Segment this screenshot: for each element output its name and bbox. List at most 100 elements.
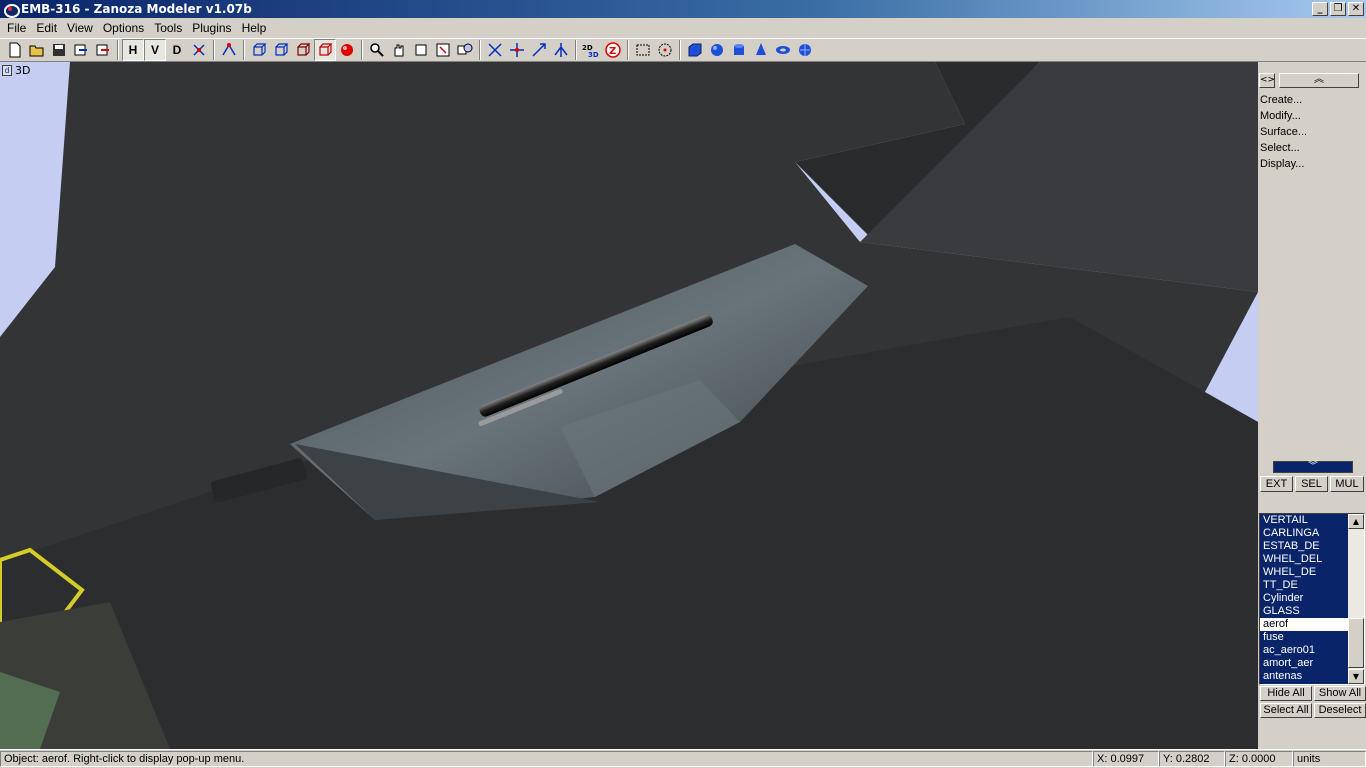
menu-options[interactable]: Options xyxy=(98,21,149,35)
select-circle-icon[interactable] xyxy=(654,39,676,61)
list-item[interactable]: WHEL_DEL xyxy=(1260,553,1349,566)
menu-file[interactable]: File xyxy=(2,21,31,35)
panel-menu: Create... Modify... Surface... Select...… xyxy=(1260,92,1307,172)
mirror-icon[interactable] xyxy=(550,39,572,61)
scene-render xyxy=(0,62,1258,749)
list-item[interactable]: ESTAB_DE xyxy=(1260,540,1349,553)
render-sphere-icon[interactable] xyxy=(336,39,358,61)
list-item[interactable]: antenas xyxy=(1260,670,1349,683)
panel-collapse-button[interactable]: ︽ xyxy=(1279,73,1359,88)
mode-mul-button[interactable]: MUL xyxy=(1330,476,1364,492)
toolbar-separator xyxy=(213,40,215,60)
import-icon[interactable] xyxy=(70,39,92,61)
hide-all-button[interactable]: Hide All xyxy=(1260,686,1312,701)
maximize-button[interactable]: ❐ xyxy=(1330,2,1346,16)
zoom-extents-icon[interactable] xyxy=(410,39,432,61)
mode-sel-button[interactable]: SEL xyxy=(1295,476,1328,492)
object-list[interactable]: VERTAIL CARLINGA ESTAB_DE WHEL_DEL WHEL_… xyxy=(1259,513,1365,685)
zoom-icon[interactable] xyxy=(366,39,388,61)
cube-side-icon[interactable] xyxy=(270,39,292,61)
scale-icon[interactable] xyxy=(528,39,550,61)
list-item[interactable]: CARLINGA xyxy=(1260,527,1349,540)
svg-text:3D: 3D xyxy=(588,51,599,58)
menu-help[interactable]: Help xyxy=(237,21,272,35)
cube-top-icon[interactable] xyxy=(292,39,314,61)
toolbar-separator xyxy=(243,40,245,60)
axes-icon[interactable] xyxy=(188,39,210,61)
deselect-button[interactable]: Deselect xyxy=(1314,703,1366,718)
select-all-button[interactable]: Select All xyxy=(1260,703,1312,718)
viewport-3d[interactable]: d 3D xyxy=(0,62,1258,749)
list-item[interactable]: Cylinder xyxy=(1260,592,1349,605)
toolbar-separator xyxy=(117,40,119,60)
export-icon[interactable] xyxy=(92,39,114,61)
title-bar: EMB-316 - Zanoza Modeler v1.07b _ ❐ ✕ xyxy=(0,0,1366,18)
list-item[interactable]: TT_DE xyxy=(1260,579,1349,592)
panel-toggle-button[interactable]: <> xyxy=(1259,73,1275,88)
panel-expand-button[interactable]: ︾ xyxy=(1273,461,1353,473)
zoom-region-icon[interactable] xyxy=(432,39,454,61)
menu-edit[interactable]: Edit xyxy=(31,21,62,35)
object-list-rows: VERTAIL CARLINGA ESTAB_DE WHEL_DEL WHEL_… xyxy=(1260,514,1349,683)
panel-surface-link[interactable]: Surface... xyxy=(1260,124,1307,140)
menu-plugins[interactable]: Plugins xyxy=(187,21,236,35)
create-cylinder-icon[interactable] xyxy=(728,39,750,61)
show-all-button[interactable]: Show All xyxy=(1314,686,1366,701)
status-z-coord: Z: 0.0000 xyxy=(1225,751,1293,767)
new-file-icon[interactable] xyxy=(4,39,26,61)
move-icon[interactable] xyxy=(484,39,506,61)
create-box-icon[interactable] xyxy=(684,39,706,61)
close-button[interactable]: ✕ xyxy=(1348,2,1364,16)
zoom-all-icon[interactable] xyxy=(454,39,476,61)
view-v-button[interactable]: V xyxy=(144,39,166,61)
vertex-icon[interactable] xyxy=(218,39,240,61)
viewport-menu-icon[interactable]: d xyxy=(2,65,12,76)
menu-tools[interactable]: Tools xyxy=(149,21,187,35)
window-controls: _ ❐ ✕ xyxy=(1312,2,1364,16)
list-item[interactable]: fuse xyxy=(1260,631,1349,644)
panel-select-link[interactable]: Select... xyxy=(1260,140,1307,156)
cube-front-icon[interactable] xyxy=(248,39,270,61)
list-item[interactable]: VERTAIL xyxy=(1260,514,1349,527)
main-toolbar: H V D 2D 3D Z xyxy=(0,38,1366,62)
cube-persp-icon[interactable] xyxy=(314,39,336,61)
list-item[interactable]: ac_aero01 xyxy=(1260,644,1349,657)
open-folder-icon[interactable] xyxy=(26,39,48,61)
view-2d-3d-icon[interactable]: 2D 3D xyxy=(580,39,602,61)
select-rect-icon[interactable] xyxy=(632,39,654,61)
toolbar-separator xyxy=(679,40,681,60)
list-item[interactable]: WHEL_DE xyxy=(1260,566,1349,579)
create-torus-icon[interactable] xyxy=(772,39,794,61)
view-d-button[interactable]: D xyxy=(166,39,188,61)
rotate-icon[interactable] xyxy=(506,39,528,61)
list-item-current[interactable]: aerof xyxy=(1260,618,1349,631)
create-geosphere-icon[interactable] xyxy=(794,39,816,61)
create-cone-icon[interactable] xyxy=(750,39,772,61)
panel-header: <> ︽ xyxy=(1259,73,1359,88)
panel-modify-link[interactable]: Modify... xyxy=(1260,108,1307,124)
scroll-thumb[interactable] xyxy=(1348,618,1364,668)
app-icon[interactable] xyxy=(3,2,20,18)
menu-view[interactable]: View xyxy=(62,21,98,35)
create-sphere-icon[interactable] xyxy=(706,39,728,61)
z-axis-icon[interactable]: Z xyxy=(602,39,624,61)
view-h-button[interactable]: H xyxy=(122,39,144,61)
pan-hand-icon[interactable] xyxy=(388,39,410,61)
minimize-button[interactable]: _ xyxy=(1312,2,1328,16)
panel-display-link[interactable]: Display... xyxy=(1260,156,1307,172)
toolbar-separator xyxy=(479,40,481,60)
list-item[interactable]: GLASS xyxy=(1260,605,1349,618)
save-icon[interactable] xyxy=(48,39,70,61)
status-message: Object: aerof. Right-click to display po… xyxy=(0,751,1093,767)
scroll-up-icon[interactable]: ▲ xyxy=(1348,514,1364,529)
viewport-label[interactable]: d 3D xyxy=(2,64,30,77)
mode-ext-button[interactable]: EXT xyxy=(1260,476,1293,492)
panel-create-link[interactable]: Create... xyxy=(1260,92,1307,108)
window-title: EMB-316 - Zanoza Modeler v1.07b xyxy=(21,2,252,16)
scroll-down-icon[interactable]: ▼ xyxy=(1348,669,1364,684)
status-bar: Object: aerof. Right-click to display po… xyxy=(0,749,1366,768)
list-actions: Hide All Show All Select All Deselect xyxy=(1260,686,1366,718)
toolbar-separator xyxy=(627,40,629,60)
list-item[interactable]: amort_aer xyxy=(1260,657,1349,670)
object-list-scrollbar[interactable]: ▲ ▼ xyxy=(1348,514,1364,684)
